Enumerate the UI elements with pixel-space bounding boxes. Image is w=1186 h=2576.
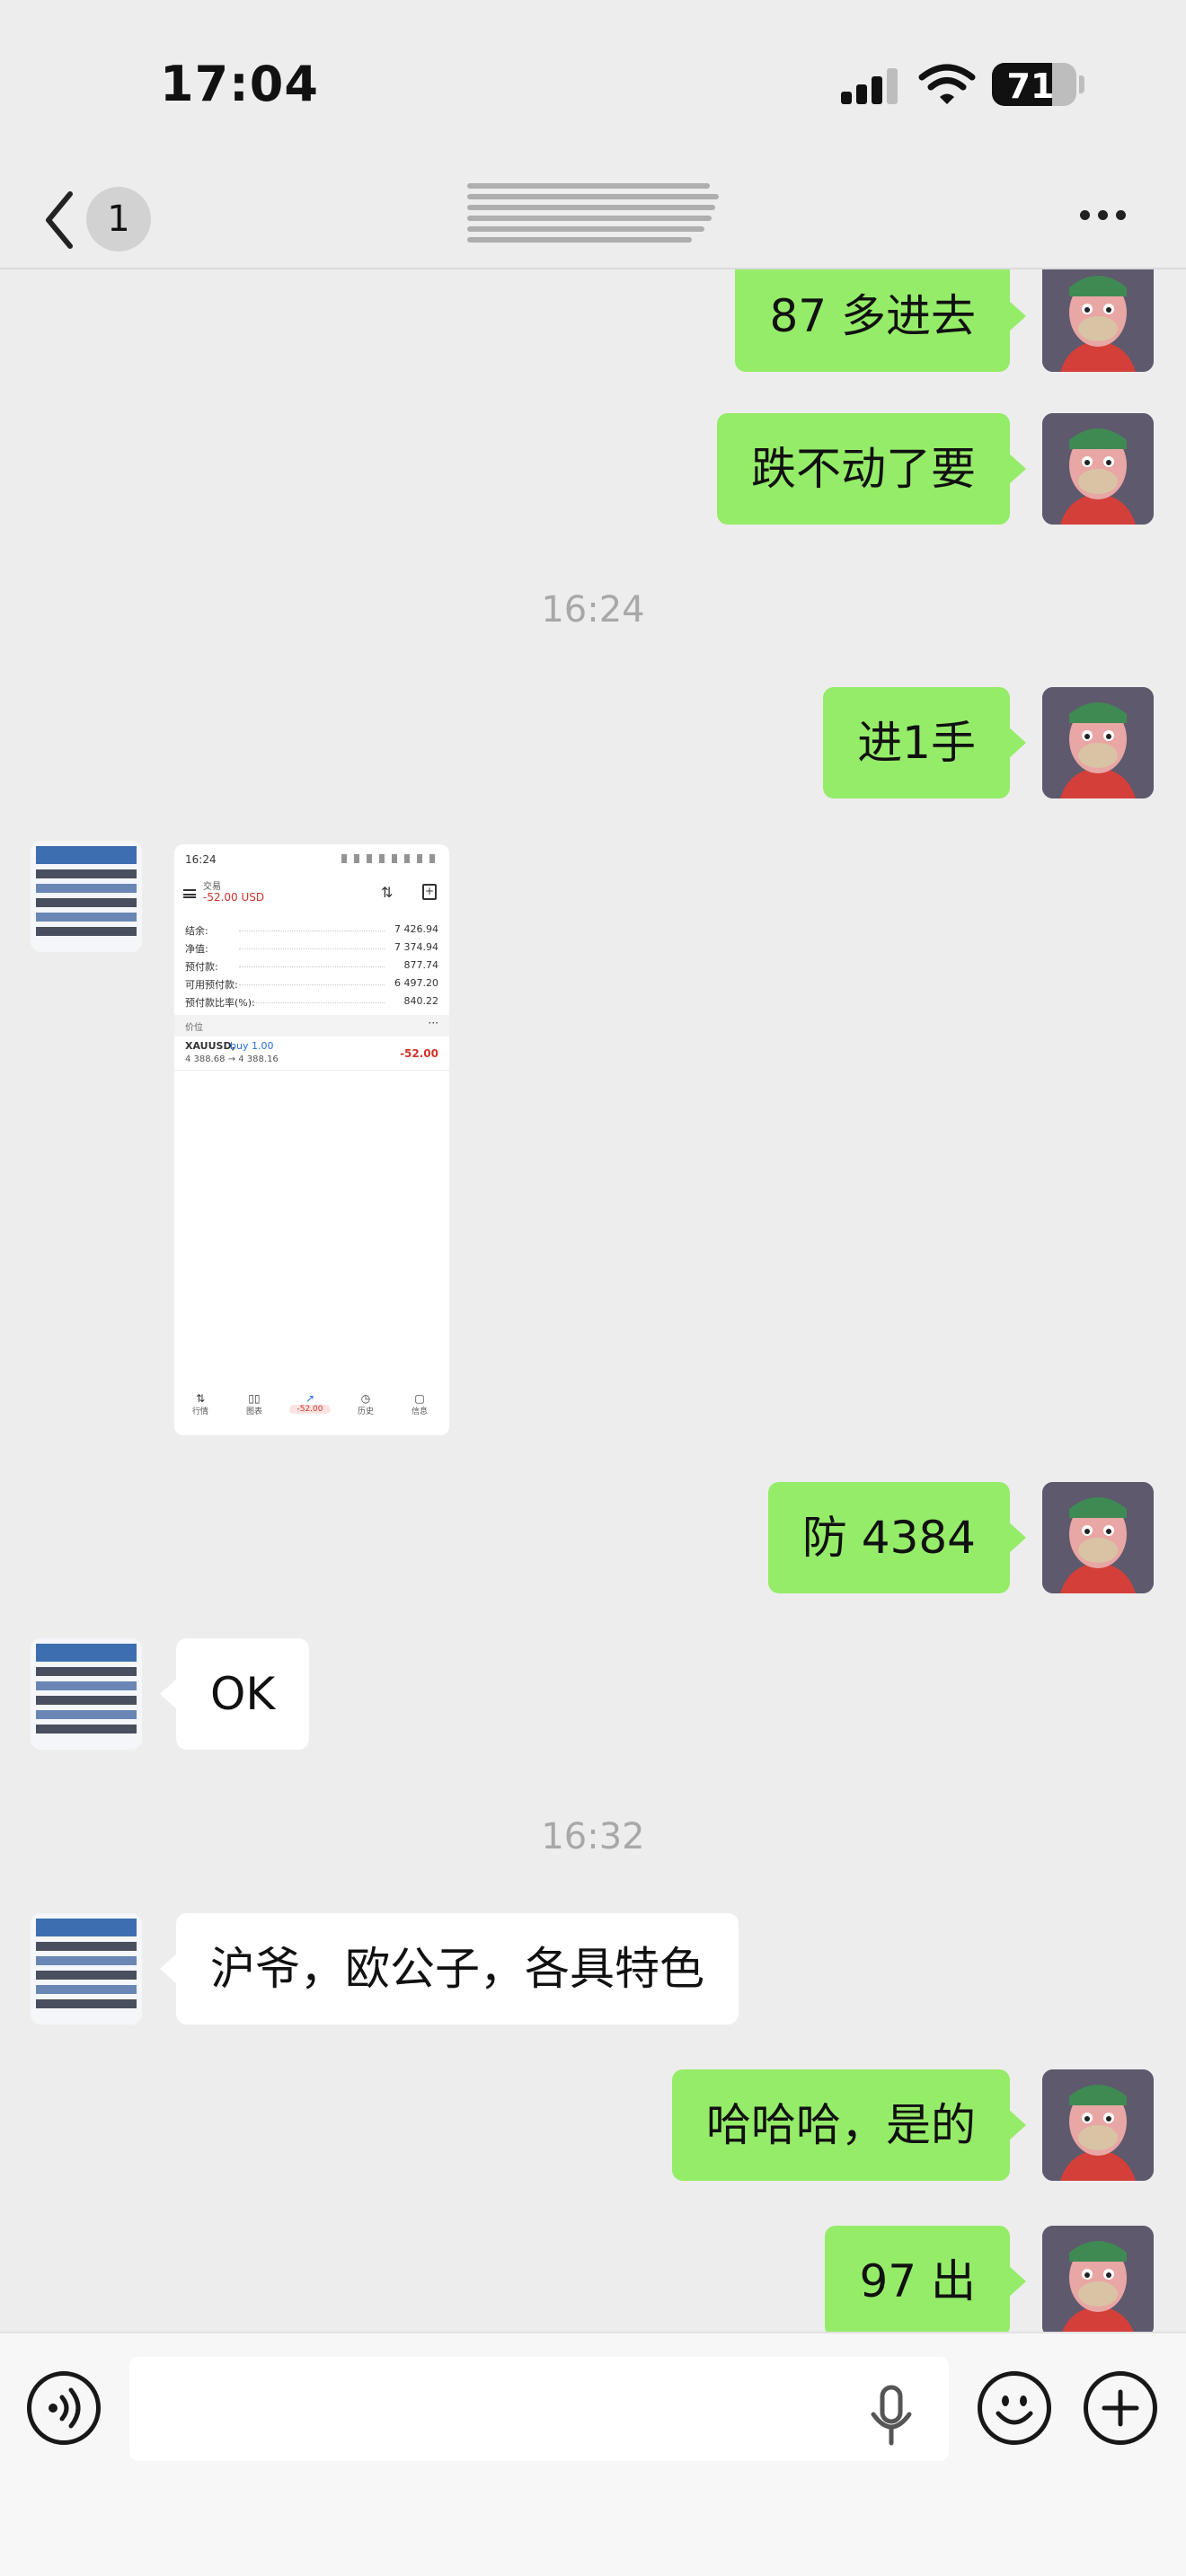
nav-chart: ▯▯ 图表 xyxy=(239,1392,270,1416)
avatar-me[interactable] xyxy=(1042,687,1154,798)
status-bar: 17:04 71 xyxy=(0,0,1186,171)
avatar-me[interactable] xyxy=(1042,413,1154,525)
shot-header-value: -52.00 USD xyxy=(203,891,265,904)
avatar-other[interactable] xyxy=(31,841,142,952)
ape-avatar-icon xyxy=(1042,2069,1154,2181)
sort-icon: ⇅ xyxy=(381,884,394,901)
avatar-me[interactable] xyxy=(1042,1482,1154,1593)
account-row: 可用预付款: 6 497.20 xyxy=(185,977,438,991)
trade-icon: ↗ xyxy=(305,1392,315,1405)
ape-avatar-icon xyxy=(1042,269,1154,372)
nav-quotes: ⇅ 行情 xyxy=(185,1392,216,1416)
menu-icon xyxy=(183,889,196,898)
input-bar xyxy=(0,2332,1186,2576)
image-message[interactable]: 16:24 交易 -52.00 USD ⇅ + 结余: 7 426.94 净值: 7… xyxy=(174,844,449,1435)
chevron-left-icon[interactable] xyxy=(41,189,77,251)
message-bubble-me[interactable]: 87 多进去 xyxy=(735,269,1026,372)
shot-status-time: 16:24 xyxy=(185,853,217,866)
chat-header: 1 xyxy=(0,171,1186,269)
status-time: 17:04 xyxy=(160,56,319,112)
blurred-avatar-icon xyxy=(31,841,142,952)
battery-percent: 71 xyxy=(1006,66,1055,106)
avatar-me[interactable] xyxy=(1042,269,1154,372)
emoji-icon[interactable] xyxy=(978,2371,1051,2445)
ape-avatar-icon xyxy=(1042,687,1154,798)
nav-history: ◷ 历史 xyxy=(350,1392,381,1416)
plus-icon[interactable] xyxy=(1084,2371,1157,2445)
battery-icon: 71 xyxy=(992,63,1076,106)
message-input[interactable] xyxy=(129,2357,949,2461)
account-row: 净值: 7 374.94 xyxy=(185,941,438,955)
account-row: 预付款比率(%): 840.22 xyxy=(185,995,438,1009)
nav-messages: ▢ 信息 xyxy=(404,1392,435,1416)
positions-more-icon: ··· xyxy=(428,1017,438,1029)
positions-label: 价位 xyxy=(185,1023,203,1033)
blurred-avatar-icon xyxy=(31,1638,142,1750)
avatar-other[interactable] xyxy=(31,1638,142,1750)
ape-avatar-icon xyxy=(1042,413,1154,525)
ape-avatar-icon xyxy=(1042,2226,1154,2332)
voice-icon[interactable] xyxy=(27,2371,101,2445)
message-bubble-other[interactable]: 沪爷，欧公子，各具特色 xyxy=(160,1913,739,2025)
shot-header-label: 交易 xyxy=(203,882,221,892)
chat-messages[interactable]: 87 多进去 跌不动了要 16:24 进1手 16:24 交易 -52.00 U… xyxy=(0,269,1186,2332)
avatar-me[interactable] xyxy=(1042,2069,1154,2181)
avatar-other[interactable] xyxy=(31,1913,142,2025)
chart-icon: ▯▯ xyxy=(248,1392,261,1405)
position-profit: -52.00 xyxy=(400,1047,438,1060)
message-bubble-me[interactable]: 进1手 xyxy=(823,687,1026,798)
blurred-avatar-icon xyxy=(31,1913,142,2025)
microphone-icon[interactable] xyxy=(864,2384,918,2447)
shot-bottom-nav: ⇅ 行情 ▯▯ 图表 ↗ -52.00 ◷ 历史 ▢ 信息 xyxy=(174,1383,449,1435)
message-bubble-me[interactable]: 跌不动了要 xyxy=(717,413,1026,525)
position-side: buy 1.00 xyxy=(230,1040,274,1052)
ape-avatar-icon xyxy=(1042,1482,1154,1593)
positions-header: 价位 ··· xyxy=(174,1015,449,1037)
shot-status-icons xyxy=(341,854,440,863)
history-icon: ◷ xyxy=(360,1392,371,1405)
account-row: 预付款: 877.74 xyxy=(185,959,438,973)
position-row: XAUUSD, buy 1.00 4 388.68 → 4 388.16 -52… xyxy=(174,1037,449,1071)
message-bubble-me[interactable]: 哈哈哈，是的 xyxy=(672,2069,1026,2181)
account-row: 结余: 7 426.94 xyxy=(185,923,438,937)
timestamp: 16:24 xyxy=(541,589,645,631)
message-bubble-me[interactable]: 97 出 xyxy=(825,2226,1026,2332)
more-dots-icon[interactable] xyxy=(1076,207,1130,225)
message-bubble-me[interactable]: 防 4384 xyxy=(767,1482,1027,1593)
position-symbol: XAUUSD, xyxy=(185,1040,235,1052)
avatar-me[interactable] xyxy=(1042,2226,1154,2332)
quotes-icon: ⇅ xyxy=(195,1392,206,1405)
add-order-icon: + xyxy=(422,884,437,900)
wifi-icon xyxy=(918,64,976,104)
chat-title-blurred xyxy=(467,171,719,260)
nav-trade: ↗ -52.00 xyxy=(289,1392,331,1414)
messages-icon: ▢ xyxy=(414,1392,425,1405)
message-bubble-other[interactable]: OK xyxy=(159,1638,310,1750)
position-prices: 4 388.68 → 4 388.16 xyxy=(185,1054,279,1064)
signal-icon xyxy=(841,66,898,104)
battery-tip xyxy=(1079,75,1084,93)
timestamp: 16:32 xyxy=(541,1816,645,1857)
unread-badge[interactable]: 1 xyxy=(86,187,151,251)
